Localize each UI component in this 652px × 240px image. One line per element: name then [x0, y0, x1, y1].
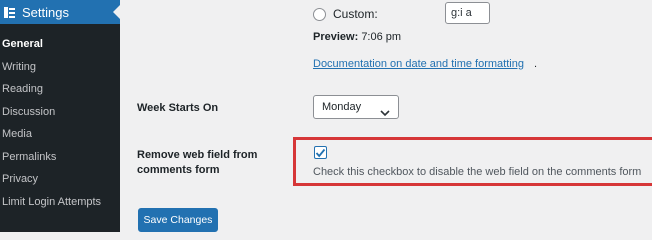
- submenu-item-limit-login-attempts[interactable]: Limit Login Attempts: [0, 191, 120, 214]
- remove-web-field-checkbox[interactable]: [314, 146, 327, 159]
- submenu-item-general[interactable]: General: [0, 33, 120, 56]
- week-starts-selected-value: Monday: [322, 101, 362, 113]
- submenu-item-discussion[interactable]: Discussion: [0, 101, 120, 124]
- preview-value: 7:06 pm: [361, 31, 402, 43]
- submenu-item-permalinks[interactable]: Permalinks: [0, 146, 120, 169]
- sidebar-menu-settings-label: Settings: [22, 4, 69, 20]
- highlight-box: [293, 137, 652, 186]
- remove-web-field-label-line2: comments form: [137, 164, 220, 176]
- submenu-item-reading[interactable]: Reading: [0, 78, 120, 101]
- week-starts-label: Week Starts On: [137, 102, 219, 114]
- settings-submenu: General Writing Reading Discussion Media…: [0, 33, 120, 213]
- checkmark-icon: [315, 148, 326, 157]
- settings-form: Custom: Preview: 7:06 pm Documentation o…: [120, 0, 652, 232]
- remove-web-field-description: Check this checkbox to disable the web f…: [313, 166, 642, 178]
- current-menu-arrow: [113, 5, 120, 19]
- save-changes-button[interactable]: Save Changes: [138, 208, 218, 232]
- submenu-item-writing[interactable]: Writing: [0, 56, 120, 79]
- date-time-documentation-link[interactable]: Documentation on date and time formattin…: [313, 58, 524, 70]
- week-starts-select[interactable]: Monday: [313, 95, 399, 119]
- time-format-custom-label[interactable]: Custom:: [333, 7, 378, 21]
- doc-link-period: .: [534, 58, 538, 70]
- remove-web-field-label: Remove web field from comments form: [137, 148, 257, 178]
- time-format-preview: Preview: 7:06 pm: [313, 31, 401, 43]
- settings-sliders-icon: [3, 6, 16, 19]
- submenu-item-privacy[interactable]: Privacy: [0, 168, 120, 191]
- preview-label: Preview:: [313, 31, 359, 43]
- time-format-custom-input[interactable]: [445, 2, 490, 24]
- remove-web-field-label-line1: Remove web field from: [137, 149, 258, 161]
- submenu-item-media[interactable]: Media: [0, 123, 120, 146]
- sidebar-menu-settings[interactable]: Settings: [0, 0, 120, 24]
- time-format-custom-option: Custom:: [313, 2, 378, 26]
- chevron-down-icon: [380, 103, 390, 125]
- time-format-custom-radio[interactable]: [313, 7, 326, 21]
- admin-sidebar: Settings General Writing Reading Discuss…: [0, 0, 120, 232]
